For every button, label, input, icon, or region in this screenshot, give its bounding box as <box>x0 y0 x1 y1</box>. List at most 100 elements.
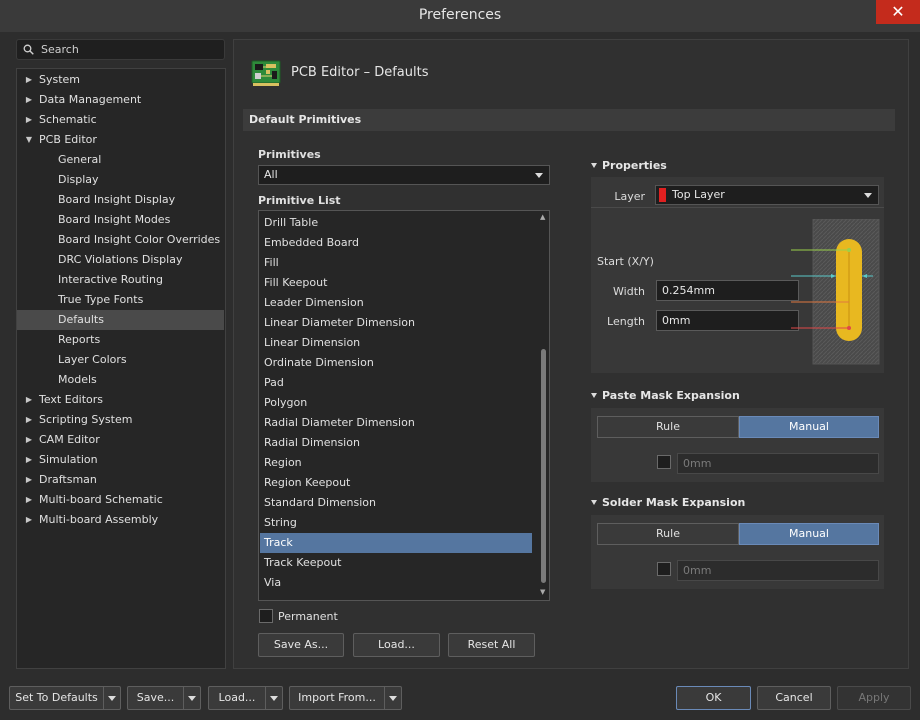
list-item[interactable]: Radial Dimension <box>260 433 532 453</box>
tree-item[interactable]: General <box>17 150 224 170</box>
list-item[interactable]: Embedded Board <box>260 233 532 253</box>
tree-item-label: Multi-board Assembly <box>39 513 159 526</box>
list-item[interactable]: Region Keepout <box>260 473 532 493</box>
apply-button[interactable]: Apply <box>837 686 911 710</box>
properties-title[interactable]: Properties <box>591 159 667 172</box>
tree-item[interactable]: Board Insight Display <box>17 190 224 210</box>
cancel-button[interactable]: Cancel <box>757 686 831 710</box>
set-to-defaults-dropdown[interactable] <box>104 687 121 709</box>
tree-item[interactable]: Board Insight Color Overrides <box>17 230 224 250</box>
tree-item[interactable]: Board Insight Modes <box>17 210 224 230</box>
width-field[interactable]: 0.254mm <box>656 280 799 301</box>
tree-item[interactable]: ▶ CAM Editor <box>17 430 224 450</box>
list-item[interactable]: Pad <box>260 373 532 393</box>
width-label: Width <box>613 285 645 298</box>
solder-mask-checkbox[interactable] <box>657 562 671 576</box>
page-title: PCB Editor – Defaults <box>291 65 429 80</box>
reset-all-button[interactable]: Reset All <box>448 633 535 657</box>
load-split-button: Load... <box>208 686 283 710</box>
chevron-right-icon[interactable]: ▶ <box>24 390 34 410</box>
chevron-right-icon[interactable]: ▶ <box>24 510 34 530</box>
list-item[interactable]: String <box>260 513 532 533</box>
list-item[interactable]: Track <box>260 533 532 553</box>
primitives-select[interactable]: All <box>258 165 550 185</box>
tree-item[interactable]: Display <box>17 170 224 190</box>
solder-mask-manual-button[interactable]: Manual <box>739 523 879 545</box>
import-from-button[interactable]: Import From... <box>290 687 385 709</box>
load-button[interactable]: Load... <box>353 633 440 657</box>
solder-mask-value-field[interactable]: 0mm <box>677 560 879 581</box>
list-scrollbar[interactable]: ▲ ▼ <box>539 211 548 600</box>
tree-item[interactable]: ▶ Data Management <box>17 90 224 110</box>
primitive-list[interactable]: Drill Table Embedded Board Fill Fill Keepou… <box>258 210 550 601</box>
chevron-down-icon <box>535 173 543 178</box>
chevron-right-icon[interactable]: ▶ <box>24 110 34 130</box>
search-input[interactable]: Search <box>16 39 225 60</box>
list-item[interactable]: Drill Table <box>260 213 532 233</box>
chevron-right-icon[interactable]: ▶ <box>24 70 34 90</box>
tree-item[interactable]: ▶ Draftsman <box>17 470 224 490</box>
tree-item[interactable]: True Type Fonts <box>17 290 224 310</box>
tree-item[interactable]: ▶ Text Editors <box>17 390 224 410</box>
length-field[interactable]: 0mm <box>656 310 799 331</box>
list-item[interactable]: Leader Dimension <box>260 293 532 313</box>
close-button[interactable]: ✕ <box>876 0 920 24</box>
ok-button[interactable]: OK <box>676 686 751 710</box>
list-item[interactable]: Ordinate Dimension <box>260 353 532 373</box>
tree-item[interactable]: ▶ Simulation <box>17 450 224 470</box>
tree-item[interactable]: ▶ Schematic <box>17 110 224 130</box>
scrollbar-thumb[interactable] <box>541 349 546 583</box>
list-item[interactable]: Linear Dimension <box>260 333 532 353</box>
tree-item-label: PCB Editor <box>39 133 97 146</box>
paste-mask-title[interactable]: Paste Mask Expansion <box>591 389 740 402</box>
save-button[interactable]: Save... <box>128 687 184 709</box>
load-settings-button[interactable]: Load... <box>209 687 266 709</box>
tree-item[interactable]: ▶ Scripting System <box>17 410 224 430</box>
list-item[interactable]: Linear Diameter Dimension <box>260 313 532 333</box>
layer-select[interactable]: Top Layer <box>655 185 879 205</box>
scroll-down-icon[interactable]: ▼ <box>540 588 545 596</box>
tree-item[interactable]: DRC Violations Display <box>17 250 224 270</box>
chevron-right-icon[interactable]: ▶ <box>24 410 34 430</box>
paste-mask-checkbox[interactable] <box>657 455 671 469</box>
tree-item[interactable]: Models <box>17 370 224 390</box>
save-as-button[interactable]: Save As... <box>258 633 344 657</box>
layer-color-swatch <box>659 188 666 202</box>
solder-mask-rule-button[interactable]: Rule <box>597 523 739 545</box>
solder-mask-title[interactable]: Solder Mask Expansion <box>591 496 745 509</box>
save-dropdown[interactable] <box>184 687 201 709</box>
list-item[interactable]: Radial Diameter Dimension <box>260 413 532 433</box>
list-item[interactable]: Standard Dimension <box>260 493 532 513</box>
list-item[interactable]: Region <box>260 453 532 473</box>
import-from-dropdown[interactable] <box>385 687 402 709</box>
chevron-right-icon[interactable]: ▶ <box>24 490 34 510</box>
tree-item[interactable]: ▶ Multi-board Schematic <box>17 490 224 510</box>
list-item[interactable]: Track Keepout <box>260 553 532 573</box>
list-item[interactable]: Fill Keepout <box>260 273 532 293</box>
search-icon <box>23 44 34 55</box>
tree-item[interactable]: Interactive Routing <box>17 270 224 290</box>
list-item[interactable]: Polygon <box>260 393 532 413</box>
chevron-right-icon[interactable]: ▶ <box>24 90 34 110</box>
tree-item-label: Board Insight Display <box>58 193 176 206</box>
preferences-page: PCB Editor – Defaults Default Primitives… <box>233 39 909 669</box>
chevron-right-icon[interactable]: ▶ <box>24 430 34 450</box>
scroll-up-icon[interactable]: ▲ <box>540 213 545 221</box>
paste-mask-rule-button[interactable]: Rule <box>597 416 739 438</box>
chevron-right-icon[interactable]: ▶ <box>24 470 34 490</box>
tree-item[interactable]: Reports <box>17 330 224 350</box>
list-item[interactable]: Via <box>260 573 532 593</box>
paste-mask-manual-button[interactable]: Manual <box>739 416 879 438</box>
tree-item[interactable]: Layer Colors <box>17 350 224 370</box>
tree-item[interactable]: ▼ PCB Editor <box>17 130 224 150</box>
permanent-checkbox[interactable] <box>259 609 273 623</box>
chevron-down-icon[interactable]: ▼ <box>24 130 34 150</box>
load-dropdown[interactable] <box>266 687 283 709</box>
list-item[interactable]: Fill <box>260 253 532 273</box>
paste-mask-value-field[interactable]: 0mm <box>677 453 879 474</box>
tree-item[interactable]: ▶ System <box>17 70 224 90</box>
set-to-defaults-button[interactable]: Set To Defaults <box>10 687 104 709</box>
tree-item[interactable]: Defaults <box>17 310 224 330</box>
chevron-right-icon[interactable]: ▶ <box>24 450 34 470</box>
tree-item[interactable]: ▶ Multi-board Assembly <box>17 510 224 530</box>
